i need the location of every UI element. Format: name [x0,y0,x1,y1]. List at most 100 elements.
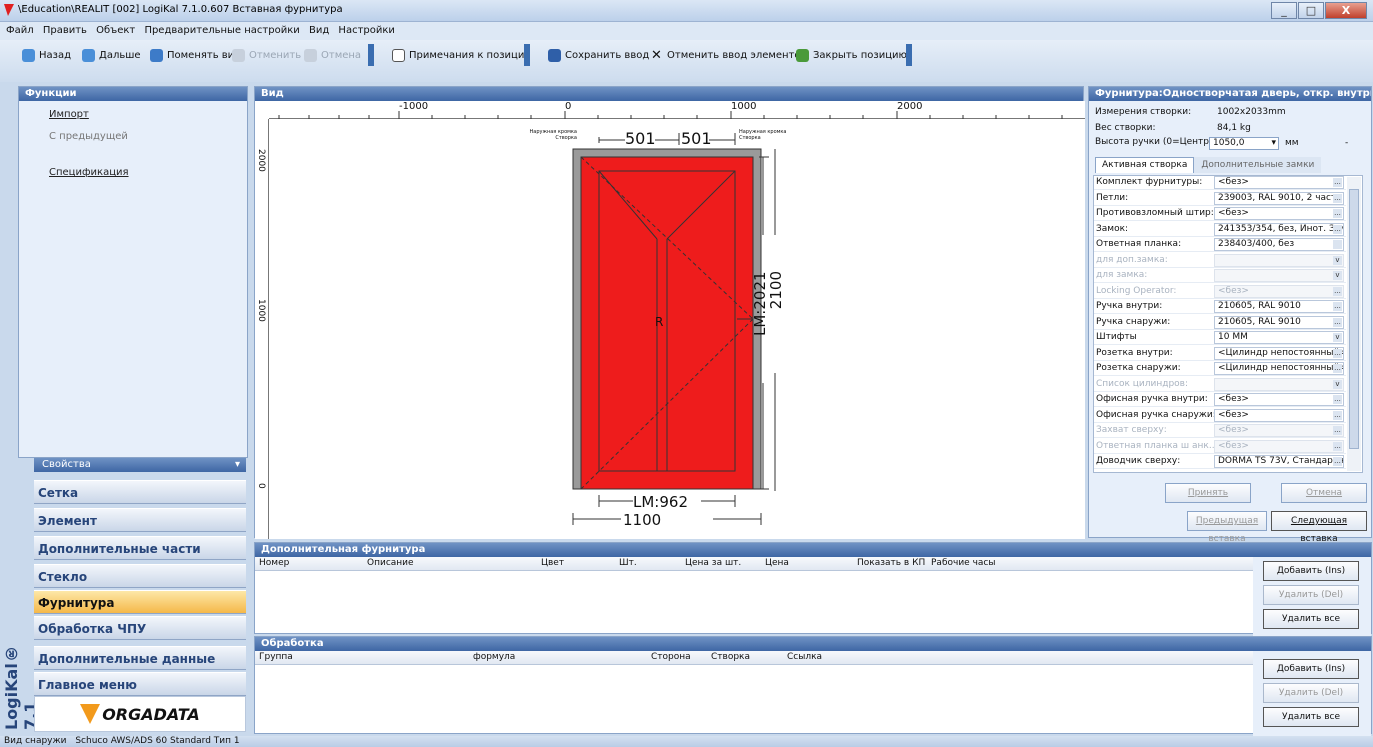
property-value[interactable]: <без>... [1214,176,1344,189]
ellipsis-icon[interactable] [1333,240,1342,249]
scroll-thumb[interactable] [1349,189,1359,449]
property-row: Захват сверху: <без>... [1094,424,1346,438]
minimize-button[interactable]: _ [1271,2,1297,19]
col-header: Створка [711,652,751,662]
extra-delete-button[interactable]: Удалить (Del) [1263,585,1359,605]
property-value[interactable]: <без>... [1214,393,1344,406]
sash-weight-value: 84,1 kg [1217,123,1251,133]
property-value[interactable]: 241353/354, без, Инот. Замок, 32... [1214,222,1344,236]
ellipsis-icon[interactable]: ... [1333,395,1342,404]
ruler-label: 0 [565,101,572,112]
processing-delete-all-button[interactable]: Удалить все [1263,707,1359,727]
property-value-text: 241353/354, без, Инот. Замок, 32 [1218,223,1343,234]
extra-add-button[interactable]: Добавить (Ins) [1263,561,1359,581]
undo-button[interactable]: Отменить [232,46,301,64]
handle-dash: - [1345,138,1349,148]
handle-height-label: Высота ручки (0=Центр): [1095,137,1216,147]
property-value-text: <Цилиндр непостоянный> [1218,347,1344,358]
property-value[interactable]: 239003, RAL 9010, 2 части 66/36... [1214,191,1344,205]
drawing-canvas[interactable]: Наружная кромка Створка Наружная кромка … [269,119,1085,539]
ellipsis-icon[interactable]: ... [1333,178,1342,187]
position-notes-button[interactable]: Примечания к позиции [392,46,531,64]
nav-main-menu[interactable]: Главное меню [34,672,246,696]
maximize-button[interactable]: □ [1298,2,1324,19]
ellipsis-icon[interactable]: ... [1333,302,1342,311]
vertical-brand: LogiKal® 7.1 [2,644,40,730]
close-button[interactable]: X [1325,2,1367,19]
processing-add-button[interactable]: Добавить (Ins) [1263,659,1359,679]
property-label: Ручка внутри: [1096,301,1163,311]
apply-button[interactable]: Принять [1165,483,1251,503]
ruler-label: 2000 [897,101,923,112]
property-value[interactable]: <Цилиндр непостоянный>... [1214,346,1344,360]
col-header: Цена за шт. [685,558,742,568]
specification-link[interactable]: Спецификация [49,167,129,178]
chevron-down-icon[interactable]: v [1333,333,1342,342]
ellipsis-icon[interactable]: ... [1333,410,1342,420]
next-insert-button[interactable]: Следующая вставка [1271,511,1367,544]
property-value[interactable]: DORMA TS 73V, Стандартная уст... [1214,455,1344,468]
toolbar-separator [368,44,374,66]
menu-object[interactable]: Объект [96,22,135,40]
ruler-ticks [278,111,1063,119]
property-label: Розетка внутри: [1096,347,1173,358]
extra-hardware-title: Дополнительная фурнитура [255,543,1371,557]
property-value[interactable]: <без>... [1214,408,1344,422]
menu-edit[interactable]: Править [43,22,87,40]
extra-delete-all-button[interactable]: Удалить все [1263,609,1359,629]
property-value[interactable]: 210605, RAL 9010... [1214,315,1344,329]
close-position-button[interactable]: Закрыть позицию [796,46,907,64]
property-value[interactable]: <Цилиндр непостоянный>... [1214,362,1344,375]
ellipsis-icon[interactable]: ... [1333,457,1342,466]
property-value[interactable]: 238403/400, без [1214,238,1344,251]
grid-scrollbar[interactable] [1347,177,1361,471]
previous-link[interactable]: С предыдущей [49,131,128,142]
ruler-label: 1000 [731,101,757,112]
menu-view[interactable]: Вид [309,22,329,40]
change-view-button[interactable]: Поменять вид [150,46,241,64]
ellipsis-icon[interactable]: ... [1333,193,1342,203]
nav-glass[interactable]: Стекло [34,564,246,588]
view-title: Вид [255,87,1083,101]
ellipsis-icon[interactable]: ... [1333,348,1342,358]
save-icon [548,48,561,62]
nav-additional-data[interactable]: Дополнительные данные [34,646,246,670]
property-value-text: DORMA TS 73V, Стандартная уст [1218,456,1343,466]
ellipsis-icon[interactable]: ... [1333,224,1342,234]
extra-table-header: Номер Описание Цвет Шт. Цена за шт. Цена… [255,557,1255,571]
property-row: для доп.замка: v [1094,253,1346,268]
save-input-button[interactable]: Сохранить ввод [548,46,649,64]
property-value[interactable]: <без>... [1214,207,1344,220]
cancel-button[interactable]: Отмена [1281,483,1367,503]
processing-delete-button[interactable]: Удалить (Del) [1263,683,1359,703]
tab-active-sash[interactable]: Активная створка [1095,157,1195,173]
property-row: Офисная ручка снаружи: <без>... [1094,408,1346,423]
nav-hardware[interactable]: Фурнитура [34,590,246,614]
col-header: Описание [367,558,414,568]
nav-cnc[interactable]: Обработка ЧПУ [34,616,246,640]
tab-extra-locks[interactable]: Дополнительные замки [1194,157,1322,173]
ellipsis-icon[interactable]: ... [1333,209,1342,218]
properties-dropdown[interactable]: Свойства ▾ [34,458,246,472]
forward-button[interactable]: Дальше [82,46,141,64]
menu-presets[interactable]: Предварительные настройки [144,22,299,40]
nav-element[interactable]: Элемент [34,508,246,532]
col-header: Сторона [651,652,691,662]
back-button[interactable]: Назад [22,46,71,64]
property-row: Противовзломный штир: <без>... [1094,207,1346,221]
menu-settings[interactable]: Настройки [338,22,394,40]
handle-height-input[interactable]: 1050,0 ▾ [1209,137,1279,150]
property-value[interactable]: 210605, RAL 9010... [1214,300,1344,313]
prev-insert-button[interactable]: Предыдущая вставка [1187,511,1267,544]
nav-extra-parts[interactable]: Дополнительные части [34,536,246,560]
menu-file[interactable]: Файл [6,22,34,40]
cancel-input-button[interactable]: ✕ Отменить ввод элементов [650,46,806,64]
ellipsis-icon[interactable]: ... [1333,317,1342,327]
nav-grid[interactable]: Сетка [34,480,246,504]
property-value-text: <без> [1218,285,1249,296]
property-row: Петли: 239003, RAL 9010, 2 части 66/36... [1094,191,1346,206]
ellipsis-icon[interactable]: ... [1333,364,1342,373]
import-link[interactable]: Импорт [49,109,89,120]
redo-button[interactable]: Отмена [304,46,361,64]
property-value[interactable]: 10 ММ v [1214,331,1344,344]
